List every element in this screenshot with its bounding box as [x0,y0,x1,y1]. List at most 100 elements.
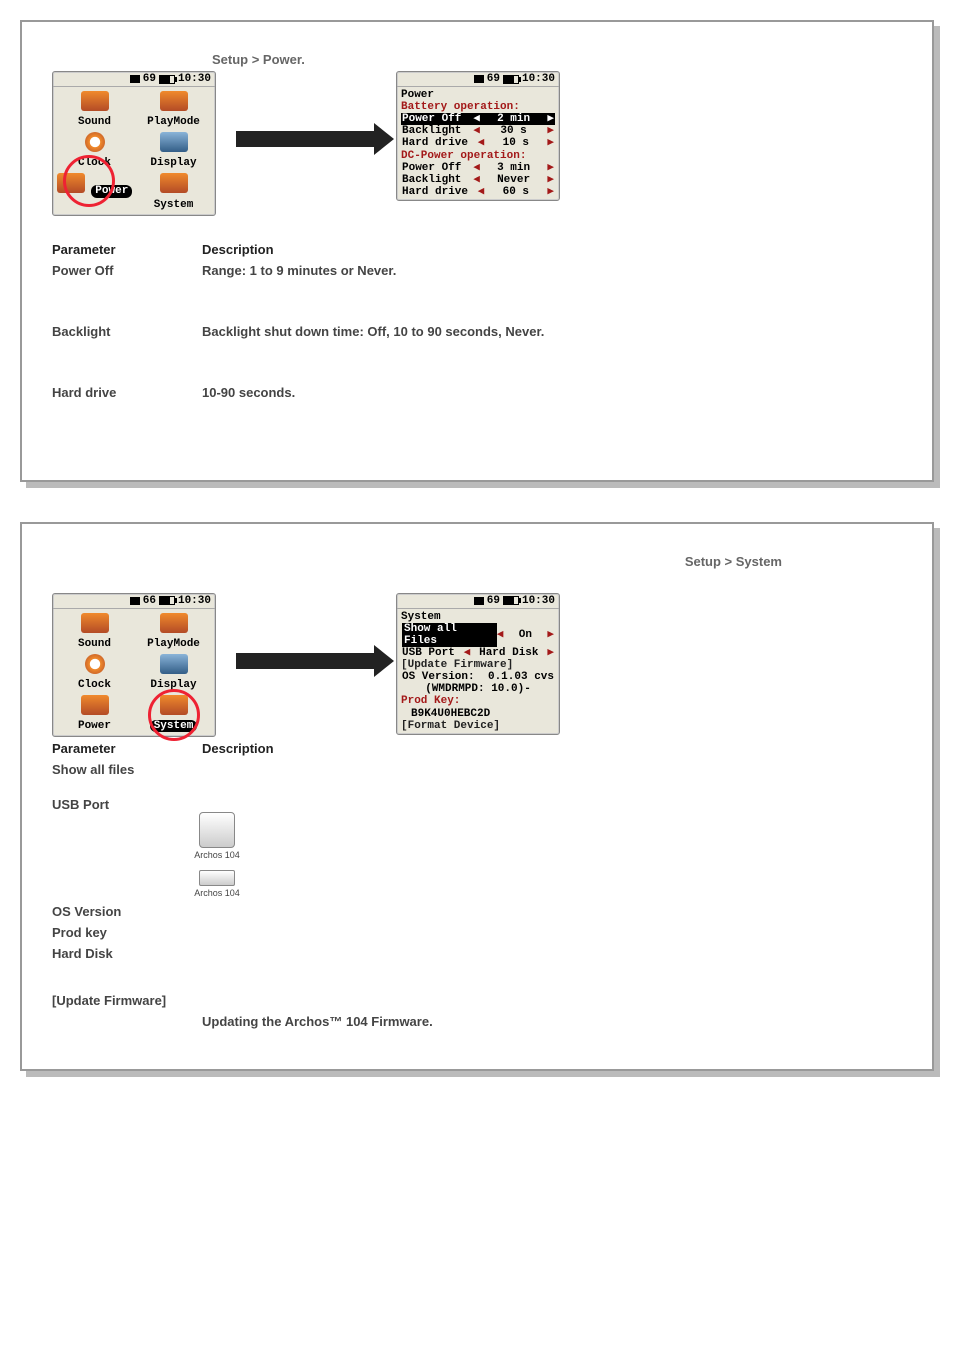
clock-time: 10:30 [178,73,211,85]
table-header-parameter: Parameter [52,741,202,756]
power-icon [57,173,85,193]
menu-item-clock[interactable]: Clock [55,652,134,693]
menu-item-power[interactable]: Power [55,171,134,212]
right-arrow-icon[interactable]: ▶ [547,125,554,137]
table-row: OS Version [52,904,902,919]
device-thumbnail: Archos 104 [172,860,262,898]
display-icon [160,132,188,152]
action-update-firmware[interactable]: [Update Firmware] [401,659,555,671]
clock-time: 10:30 [522,595,555,607]
table-footer: Updating the Archos™ 104 Firmware. [52,1014,902,1029]
arrow-icon [236,593,376,669]
section-battery: Battery operation: [401,101,555,113]
system-settings-card: Setup > System 66 10:30 Sound PlayMode [20,522,934,1072]
row-harddrive-dc[interactable]: Hard drive ◀ 60 s ▶ [401,186,555,198]
row-backlight-battery[interactable]: Backlight ◀ 30 s ▶ [401,125,555,137]
screen-title: System [401,611,555,623]
row-harddrive-battery[interactable]: Hard drive ◀ 10 s ▶ [401,137,555,149]
playmode-icon [160,91,188,111]
menu-item-system[interactable]: System [134,171,213,212]
arrow-icon [236,71,376,147]
prod-key-value: B9K4U0HEBC2D [401,708,555,720]
display-icon [160,654,188,674]
table-header-description: Description [202,741,902,756]
clock-icon [85,132,105,152]
menu-item-display[interactable]: Display [134,130,213,171]
battery-icon [159,596,175,605]
row-usb-port[interactable]: USB Port ◀ Hard Disk ▶ [401,647,555,659]
row-show-all-files[interactable]: Show all Files ◀ On ▶ [401,623,555,647]
device-thumbnail-icon [199,870,235,886]
device-thumbnail-icon [199,812,235,848]
left-arrow-icon[interactable]: ◀ [497,629,504,641]
battery-level: 69 [487,73,500,85]
table-row: Hard Disk [52,946,902,961]
speaker-icon [474,597,484,605]
breadcrumb: Setup > System [685,554,782,569]
clock-time: 10:30 [178,595,211,607]
breadcrumb: Setup > Power. [212,52,902,67]
menu-item-display[interactable]: Display [134,652,213,693]
power-settings-card: Setup > Power. 69 10:30 Sound PlayMode [20,20,934,482]
menu-item-sound[interactable]: Sound [55,89,134,130]
device-menu-screen: 69 10:30 Sound PlayMode Clock [52,71,216,216]
table-row: Backlight Backlight shut down time: Off,… [52,324,902,339]
battery-level: 69 [143,73,156,85]
table-row: Prod key [52,925,902,940]
speaker-icon [130,75,140,83]
system-parameter-table: Parameter Description Show all files USB… [52,741,902,1029]
row-backlight-dc[interactable]: Backlight ◀ Never ▶ [401,174,555,186]
menu-item-playmode[interactable]: PlayMode [134,89,213,130]
menu-item-clock[interactable]: Clock [55,130,134,171]
screen-title: Power [401,89,555,101]
battery-level: 69 [487,595,500,607]
right-arrow-icon[interactable]: ▶ [547,162,554,174]
power-parameter-table: Parameter Description Power Off Range: 1… [52,242,902,440]
device-menu-screen: 66 10:30 Sound PlayMode Clock [52,593,216,738]
right-arrow-icon[interactable]: ▶ [547,174,554,186]
device-power-detail-screen: 69 10:30 Power Battery operation: Power … [396,71,560,201]
left-arrow-icon[interactable]: ◀ [464,647,471,659]
menu-item-playmode[interactable]: PlayMode [134,611,213,652]
left-arrow-icon[interactable]: ◀ [473,113,480,125]
menu-item-sound[interactable]: Sound [55,611,134,652]
menu-item-system[interactable]: System [134,693,213,734]
table-row: Power Off Range: 1 to 9 minutes or Never… [52,263,902,278]
status-bar: 69 10:30 [53,72,215,87]
right-arrow-icon[interactable]: ▶ [547,137,554,149]
table-row: Hard drive 10-90 seconds. [52,385,902,400]
menu-item-power[interactable]: Power [55,693,134,734]
left-arrow-icon[interactable]: ◀ [473,162,480,174]
left-arrow-icon[interactable]: ◀ [473,174,480,186]
status-bar: 66 10:30 [53,594,215,609]
battery-icon [503,596,519,605]
speaker-icon [130,597,140,605]
action-format-device[interactable]: [Format Device] [401,720,555,732]
right-arrow-icon[interactable]: ▶ [547,647,554,659]
left-arrow-icon[interactable]: ◀ [473,125,480,137]
table-header-parameter: Parameter [52,242,202,257]
sound-icon [81,91,109,111]
left-arrow-icon[interactable]: ◀ [478,186,485,198]
left-arrow-icon[interactable]: ◀ [478,137,485,149]
system-icon [160,173,188,193]
row-power-off-dc[interactable]: Power Off ◀ 3 min ▶ [401,162,555,174]
prod-key-label: Prod Key: [401,695,555,707]
device-system-detail-screen: 69 10:30 System Show all Files ◀ On ▶ US… [396,593,560,735]
row-os-version: OS Version: 0.1.03 cvs [401,671,555,683]
clock-time: 10:30 [522,73,555,85]
right-arrow-icon[interactable]: ▶ [547,113,554,125]
power-icon [81,695,109,715]
right-arrow-icon[interactable]: ▶ [547,629,554,641]
status-bar: 69 10:30 [397,594,559,609]
row-power-off-battery[interactable]: Power Off ◀ 2 min ▶ [401,113,555,125]
clock-icon [85,654,105,674]
device-thumbnail: Archos 104 [172,812,262,860]
section-dc-power: DC-Power operation: [401,150,555,162]
speaker-icon [474,75,484,83]
right-arrow-icon[interactable]: ▶ [547,186,554,198]
wmdrm-version: (WMDRMPD: 10.0)- [401,683,555,695]
battery-icon [159,75,175,84]
table-header-description: Description [202,242,902,257]
playmode-icon [160,613,188,633]
